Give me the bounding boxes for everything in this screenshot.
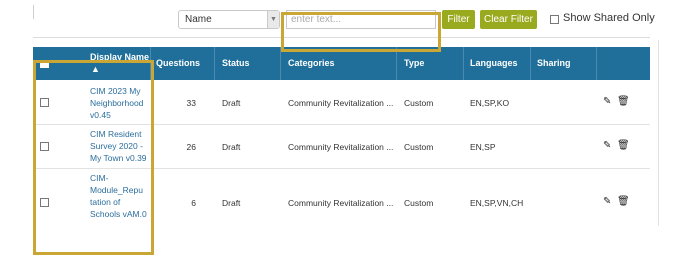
- status-text: Draft: [222, 142, 241, 152]
- status-text: Draft: [222, 98, 241, 108]
- status-text: Draft: [222, 198, 241, 208]
- pencil-icon[interactable]: ✎: [603, 196, 611, 207]
- filter-field-select[interactable]: Name ▼: [178, 10, 280, 29]
- pencil-icon[interactable]: ✎: [603, 96, 611, 107]
- trash-icon[interactable]: 🗑: [617, 196, 630, 207]
- filter-field-value: Name: [185, 14, 212, 25]
- type-text: Custom: [404, 98, 434, 108]
- type-text: Custom: [404, 142, 434, 152]
- header-divider: [214, 47, 215, 80]
- caret-down-icon: ▼: [267, 11, 279, 28]
- category-text: Community Revitalization ...: [288, 198, 394, 208]
- show-shared-checkbox[interactable]: [550, 15, 559, 24]
- filter-button[interactable]: Filter: [442, 10, 475, 29]
- pencil-icon[interactable]: ✎: [603, 140, 611, 151]
- header-divider: [596, 47, 597, 80]
- highlight-box-display-name: [33, 60, 154, 255]
- languages-text: EN,SP,KO: [470, 98, 510, 108]
- header-status[interactable]: Status: [222, 47, 250, 80]
- questions-count: 6: [191, 198, 196, 208]
- trash-icon[interactable]: 🗑: [617, 140, 630, 151]
- header-divider: [530, 47, 531, 80]
- languages-text: EN,SP: [470, 142, 496, 152]
- highlight-box-filter-input: [281, 12, 441, 52]
- header-divider: [463, 47, 464, 80]
- category-text: Community Revitalization ...: [288, 142, 394, 152]
- trash-icon[interactable]: 🗑: [617, 96, 630, 107]
- category-text: Community Revitalization ...: [288, 98, 394, 108]
- table-right-border: [658, 40, 659, 226]
- text-cursor-mark: [33, 5, 34, 19]
- questions-count: 26: [186, 142, 196, 152]
- header-questions[interactable]: Questions: [156, 47, 200, 80]
- header-sharing[interactable]: Sharing: [537, 47, 571, 80]
- show-shared-label: Show Shared Only: [563, 12, 655, 24]
- type-text: Custom: [404, 198, 434, 208]
- header-languages[interactable]: Languages: [470, 47, 518, 80]
- questions-count: 33: [186, 98, 196, 108]
- clear-filter-button[interactable]: Clear Filter: [480, 10, 537, 29]
- languages-text: EN,SP,VN,CH: [470, 198, 524, 208]
